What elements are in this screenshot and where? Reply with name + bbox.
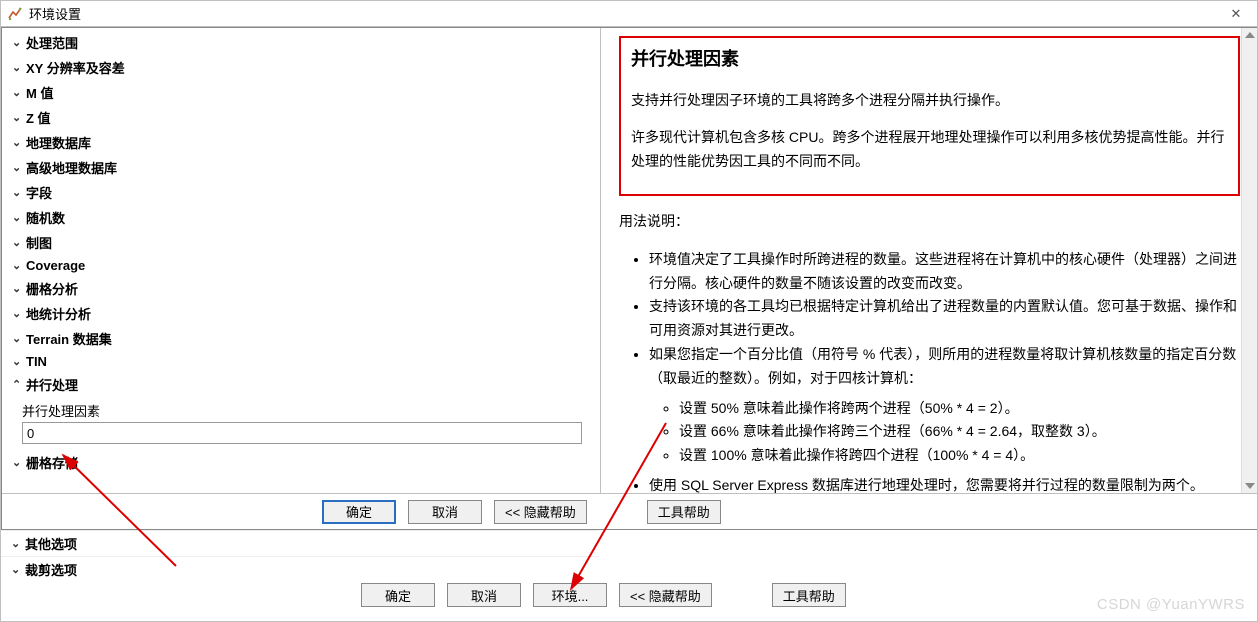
cat-geodatabase[interactable]: ⌄地理数据库: [2, 130, 600, 155]
cancel-button-outer[interactable]: 取消: [447, 583, 521, 607]
window-title: 环境设置: [29, 4, 1221, 23]
cat-random[interactable]: ⌄随机数: [2, 205, 600, 230]
tool-help-button-outer[interactable]: 工具帮助: [772, 583, 846, 607]
chevron-down-icon: ⌄: [12, 211, 26, 224]
cat-fields[interactable]: ⌄字段: [2, 180, 600, 205]
chevron-down-icon: ⌄: [12, 456, 26, 469]
chevron-down-icon: ⌄: [12, 86, 26, 99]
cat-coverage[interactable]: ⌄Coverage: [2, 255, 600, 276]
chevron-down-icon: ⌄: [12, 307, 26, 320]
cat-geostatistical[interactable]: ⌄地统计分析: [2, 301, 600, 326]
chevron-down-icon: ⌄: [12, 236, 26, 249]
environment-settings-window: 环境设置 ✕ ⌄处理范围 ⌄XY 分辨率及容差 ⌄M 值 ⌄Z 值 ⌄地理数据库…: [0, 0, 1258, 622]
cat-xy-resolution[interactable]: ⌄XY 分辨率及容差: [2, 55, 600, 80]
highlight-box: 并行处理因素 支持并行处理因子环境的工具将跨多个进程分隔并执行操作。 许多现代计…: [619, 36, 1240, 196]
chevron-up-icon: ⌃: [12, 378, 26, 391]
parallel-factor-label: 并行处理因素: [22, 399, 580, 422]
usage-item: 支持该环境的各工具均已根据特定计算机给出了进程数量的内置默认值。您可基于数据、操…: [649, 295, 1240, 343]
chevron-down-icon: ⌄: [11, 537, 25, 550]
usage-item: 如果您指定一个百分比值（用符号 % 代表），则所用的进程数量将取计算机核数量的指…: [649, 343, 1240, 468]
hide-help-button[interactable]: << 隐藏帮助: [494, 500, 587, 524]
cat-raster-analysis[interactable]: ⌄栅格分析: [2, 276, 600, 301]
cat-cartography[interactable]: ⌄制图: [2, 230, 600, 255]
help-intro-1: 支持并行处理因子环境的工具将跨多个进程分隔并执行操作。: [631, 89, 1228, 113]
ok-button-outer[interactable]: 确定: [361, 583, 435, 607]
cat-raster-storage[interactable]: ⌄栅格存储: [2, 450, 600, 475]
chevron-down-icon: ⌄: [12, 161, 26, 174]
app-icon: [7, 6, 23, 22]
cancel-button[interactable]: 取消: [408, 500, 482, 524]
chevron-down-icon: ⌄: [12, 111, 26, 124]
cat-terrain-dataset[interactable]: ⌄Terrain 数据集: [2, 326, 600, 351]
chevron-down-icon: ⌄: [12, 36, 26, 49]
cat-m-values[interactable]: ⌄M 值: [2, 80, 600, 105]
environments-button[interactable]: 环境...: [533, 583, 607, 607]
ok-button[interactable]: 确定: [322, 500, 396, 524]
help-heading: 并行处理因素: [631, 44, 1228, 75]
chevron-down-icon: ⌄: [12, 186, 26, 199]
usage-subitem: 设置 50% 意味着此操作将跨两个进程（50% * 4 = 2）。: [679, 397, 1240, 421]
cat-tin[interactable]: ⌄TIN: [2, 351, 600, 372]
chevron-down-icon: ⌄: [12, 136, 26, 149]
usage-list: 环境值决定了工具操作时所跨进程的数量。这些进程将在计算机中的核心硬件（处理器）之…: [619, 248, 1240, 493]
main-area: ⌄处理范围 ⌄XY 分辨率及容差 ⌄M 值 ⌄Z 值 ⌄地理数据库 ⌄高级地理数…: [2, 28, 1258, 493]
chevron-down-icon: ⌄: [12, 355, 26, 368]
outer-buttonbar: 确定 取消 环境... << 隐藏帮助 工具帮助: [1, 579, 1258, 611]
cat-geodatabase-advanced[interactable]: ⌄高级地理数据库: [2, 155, 600, 180]
chevron-down-icon: ⌄: [11, 563, 25, 576]
chevron-down-icon: ⌄: [12, 259, 26, 272]
usage-subitem: 设置 100% 意味着此操作将跨四个进程（100% * 4 = 4）。: [679, 444, 1240, 468]
parallel-factor-input[interactable]: [22, 422, 582, 444]
cat-parallel-processing[interactable]: ⌃并行处理: [2, 372, 600, 397]
chevron-down-icon: ⌄: [12, 332, 26, 345]
watermark: CSDN @YuanYWRS: [1097, 596, 1245, 613]
inner-buttonbar: 确定 取消 << 隐藏帮助 工具帮助: [2, 493, 1258, 529]
titlebar: 环境设置 ✕: [1, 1, 1257, 27]
hide-help-button-outer[interactable]: << 隐藏帮助: [619, 583, 712, 607]
parallel-processing-block: 并行处理因素: [2, 397, 600, 450]
scrollbar[interactable]: [1241, 28, 1258, 493]
tool-help-button[interactable]: 工具帮助: [647, 500, 721, 524]
usage-subitem: 设置 66% 意味着此操作将跨三个进程（66% * 4 = 2.64，取整数 3…: [679, 420, 1240, 444]
cat-other-options[interactable]: ⌄其他选项: [1, 530, 599, 556]
help-panel[interactable]: 并行处理因素 支持并行处理因子环境的工具将跨多个进程分隔并执行操作。 许多现代计…: [601, 28, 1258, 493]
chevron-down-icon: ⌄: [12, 61, 26, 74]
cat-z-values[interactable]: ⌄Z 值: [2, 105, 600, 130]
usage-label: 用法说明：: [619, 210, 1240, 234]
close-button[interactable]: ✕: [1221, 4, 1251, 24]
inner-dialog: ⌄处理范围 ⌄XY 分辨率及容差 ⌄M 值 ⌄Z 值 ⌄地理数据库 ⌄高级地理数…: [1, 27, 1258, 530]
cat-processing-extent[interactable]: ⌄处理范围: [2, 30, 600, 55]
usage-item: 使用 SQL Server Express 数据库进行地理处理时，您需要将并行过…: [649, 474, 1240, 493]
left-category-panel[interactable]: ⌄处理范围 ⌄XY 分辨率及容差 ⌄M 值 ⌄Z 值 ⌄地理数据库 ⌄高级地理数…: [2, 28, 601, 493]
usage-item: 环境值决定了工具操作时所跨进程的数量。这些进程将在计算机中的核心硬件（处理器）之…: [649, 248, 1240, 296]
lower-category-panel: ⌄其他选项 ⌄裁剪选项: [1, 530, 599, 582]
chevron-down-icon: ⌄: [12, 282, 26, 295]
help-intro-2: 许多现代计算机包含多核 CPU。跨多个进程展开地理处理操作可以利用多核优势提高性…: [631, 126, 1228, 174]
